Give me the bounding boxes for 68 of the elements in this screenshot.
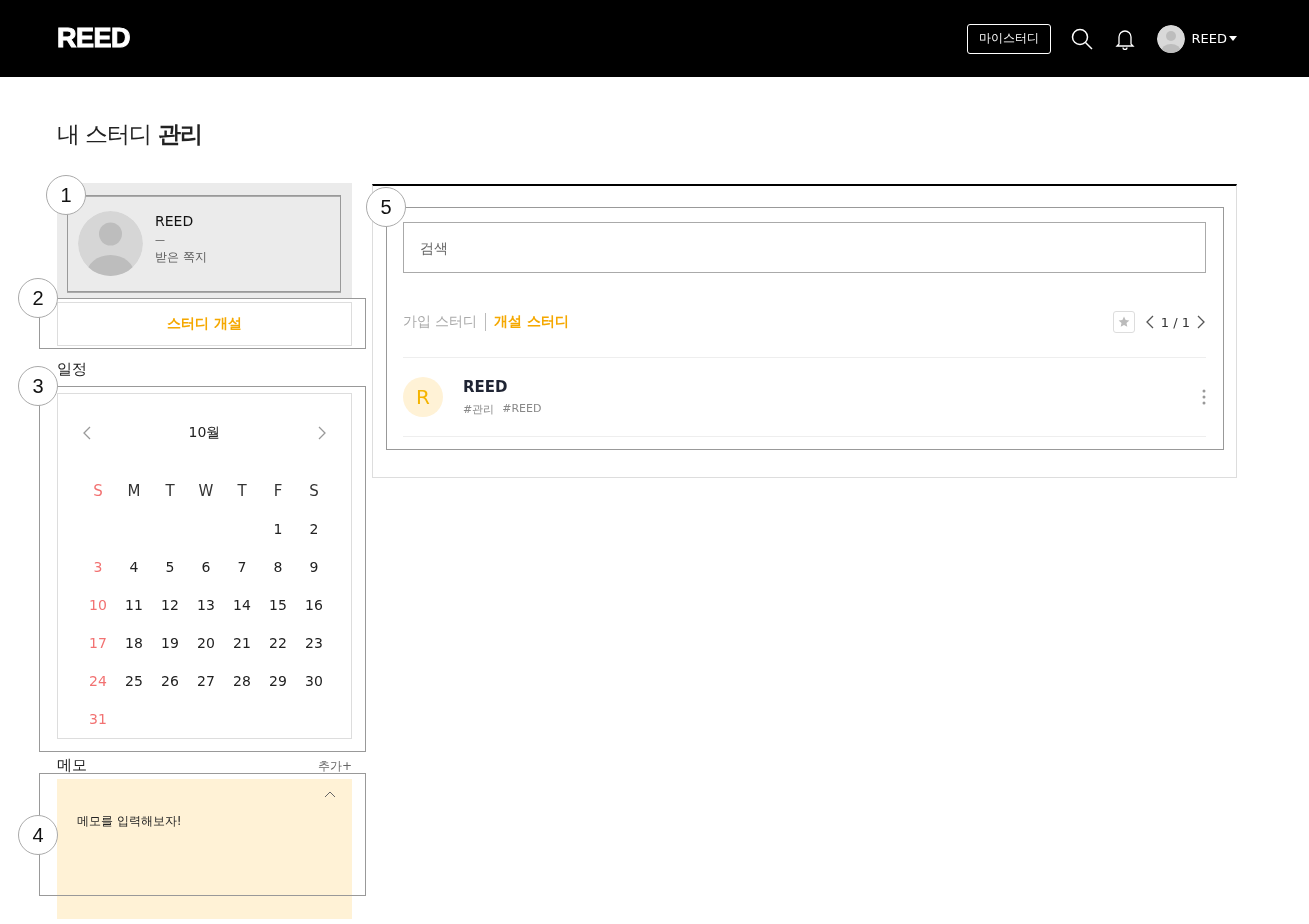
calendar-day[interactable]: 29 bbox=[260, 662, 296, 700]
calendar-day[interactable]: 1 bbox=[260, 510, 296, 548]
bell-icon[interactable] bbox=[1114, 27, 1135, 50]
study-avatar: R bbox=[403, 377, 443, 417]
annotation-marker: 2 bbox=[18, 278, 58, 318]
calendar-day[interactable]: 19 bbox=[152, 624, 188, 662]
page-title: 내 스터디 관리 bbox=[57, 120, 203, 149]
month-label: 10월 bbox=[188, 424, 221, 442]
calendar-day[interactable]: 5 bbox=[152, 548, 188, 586]
section-title: 메모 bbox=[57, 756, 87, 775]
calendar-day[interactable]: 15 bbox=[260, 586, 296, 624]
annotation-marker: 3 bbox=[18, 366, 58, 406]
messages-link[interactable]: 받은 쪽지 bbox=[155, 249, 207, 266]
previous-page-icon[interactable] bbox=[1144, 315, 1155, 329]
calendar-day[interactable]: 9 bbox=[296, 548, 332, 586]
profile-divider: — bbox=[155, 234, 166, 245]
calendar-day[interactable]: 2 bbox=[296, 510, 332, 548]
calendar-day[interactable]: 6 bbox=[188, 548, 224, 586]
page-indicator: 1 / 1 bbox=[1160, 314, 1190, 330]
calendar-day[interactable]: 16 bbox=[296, 586, 332, 624]
star-icon bbox=[1117, 316, 1130, 328]
calendar-day[interactable]: 4 bbox=[116, 548, 152, 586]
weekday-label: M bbox=[126, 481, 142, 502]
previous-month-icon[interactable] bbox=[82, 426, 92, 440]
calendar-day[interactable]: 20 bbox=[188, 624, 224, 662]
calendar-day[interactable]: 27 bbox=[188, 662, 224, 700]
calendar-day[interactable]: 8 bbox=[260, 548, 296, 586]
calendar-day[interactable]: 7 bbox=[224, 548, 260, 586]
weekday-label: F bbox=[272, 481, 284, 502]
calendar-day[interactable]: 22 bbox=[260, 624, 296, 662]
calendar-day[interactable]: 21 bbox=[224, 624, 260, 662]
calendar-day[interactable]: 23 bbox=[296, 624, 332, 662]
calendar-day[interactable]: 12 bbox=[152, 586, 188, 624]
avatar-icon bbox=[78, 211, 143, 276]
my-study-button[interactable]: 마이스터디 bbox=[966, 23, 1051, 54]
section-title: 일정 bbox=[57, 360, 87, 379]
annotation-marker: 1 bbox=[46, 175, 86, 215]
study-tag: #REED bbox=[502, 401, 542, 417]
calendar-day[interactable]: 14 bbox=[224, 586, 260, 624]
annotation-marker: 5 bbox=[366, 187, 406, 227]
calendar-day[interactable]: 28 bbox=[224, 662, 260, 700]
more-icon[interactable] bbox=[1202, 389, 1206, 405]
study-tag: #관리 bbox=[463, 401, 495, 417]
next-page-icon[interactable] bbox=[1196, 315, 1206, 329]
calendar-day[interactable]: 13 bbox=[188, 586, 224, 624]
search-field[interactable]: 검색 bbox=[403, 222, 1206, 273]
calendar-day[interactable]: 30 bbox=[296, 662, 332, 700]
calendar-day[interactable]: 25 bbox=[116, 662, 152, 700]
user-menu[interactable]: REED bbox=[1191, 31, 1237, 46]
caret-icon bbox=[1229, 36, 1237, 41]
study-name[interactable]: REED bbox=[463, 377, 1202, 396]
collapse-icon[interactable] bbox=[324, 791, 336, 798]
add-memo-button[interactable]: 추가+ bbox=[317, 758, 352, 775]
weekday-label: T bbox=[164, 481, 176, 502]
calendar-day[interactable]: 18 bbox=[116, 624, 152, 662]
annotation-marker: 4 bbox=[18, 815, 58, 855]
memo-text: 메모를 입력해보자! bbox=[77, 813, 183, 830]
weekday-label: W bbox=[197, 481, 215, 502]
avatar-icon[interactable] bbox=[1156, 24, 1185, 53]
weekday-label: S bbox=[308, 481, 320, 502]
logo[interactable]: REED bbox=[57, 23, 130, 54]
calendar-day[interactable]: 11 bbox=[116, 586, 152, 624]
weekday-label: T bbox=[236, 481, 248, 502]
profile-name: REED bbox=[155, 213, 195, 229]
calendar-day[interactable]: 26 bbox=[152, 662, 188, 700]
search-icon[interactable] bbox=[1070, 27, 1093, 50]
next-month-icon[interactable] bbox=[317, 426, 327, 440]
weekday-label: S bbox=[92, 481, 104, 502]
